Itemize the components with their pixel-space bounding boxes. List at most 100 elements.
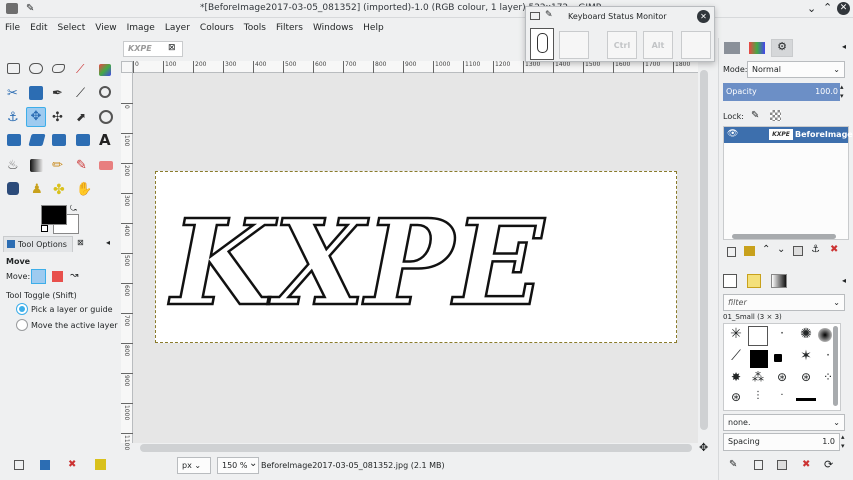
lower-layer-icon[interactable]: ⌄ bbox=[777, 244, 785, 255]
kbd-close-icon[interactable]: ✕ bbox=[697, 10, 710, 23]
brush-item-selected[interactable] bbox=[748, 326, 768, 346]
menu-edit[interactable]: Edit bbox=[25, 18, 52, 38]
tool-options-menu-icon[interactable]: ◂ bbox=[106, 238, 110, 247]
anchor-layer-icon[interactable]: ⚓ bbox=[811, 244, 820, 255]
patterns-tab-icon[interactable] bbox=[747, 274, 761, 288]
brush-item[interactable]: ✺ bbox=[796, 326, 816, 346]
foreground-color-swatch[interactable] bbox=[41, 205, 67, 225]
brush-item[interactable]: · bbox=[772, 326, 792, 346]
lock-alpha-icon[interactable] bbox=[770, 110, 781, 121]
brush-item[interactable]: ✸ bbox=[726, 370, 746, 388]
zoom-icon[interactable] bbox=[99, 86, 111, 98]
new-layer-group-icon[interactable] bbox=[744, 246, 755, 256]
raise-layer-icon[interactable]: ⌃ bbox=[762, 244, 770, 255]
reset-options-icon[interactable] bbox=[95, 459, 106, 470]
pick-layer-label[interactable]: Pick a layer or guide bbox=[31, 305, 113, 314]
pick-layer-radio[interactable] bbox=[16, 303, 28, 315]
brush-tag-input[interactable]: none. ⌄ bbox=[723, 414, 845, 431]
paths-tab-icon[interactable]: ⚙ bbox=[771, 39, 793, 57]
spacing-slider[interactable]: Spacing 1.0 bbox=[723, 433, 840, 451]
close-icon[interactable]: ✕ bbox=[837, 2, 850, 15]
delete-layer-icon[interactable]: ✖ bbox=[830, 244, 838, 255]
menu-windows[interactable]: Windows bbox=[308, 18, 358, 38]
minimize-icon[interactable]: ⌄ bbox=[807, 2, 816, 15]
flip-icon[interactable] bbox=[76, 134, 90, 146]
spacing-stepper[interactable]: ▴ ▾ bbox=[841, 433, 851, 451]
mode-select[interactable]: Normal ⌄ bbox=[747, 61, 845, 78]
new-brush-icon[interactable] bbox=[754, 460, 763, 470]
menu-layer[interactable]: Layer bbox=[160, 18, 195, 38]
delete-brush-icon[interactable]: ✖ bbox=[802, 459, 810, 470]
brush-item[interactable] bbox=[774, 354, 782, 362]
brushes-tab-icon[interactable] bbox=[723, 274, 737, 288]
opacity-slider[interactable]: Opacity 100.0 bbox=[723, 83, 840, 101]
brush-item[interactable]: ⊛ bbox=[772, 370, 792, 388]
layer-name[interactable]: BeforeImage2 bbox=[795, 130, 853, 139]
smudge-icon[interactable]: ✋ bbox=[76, 182, 92, 198]
menu-help[interactable]: Help bbox=[358, 18, 389, 38]
dock-menu-icon[interactable]: ◂ bbox=[842, 42, 846, 51]
brushes-scrollbar[interactable] bbox=[833, 326, 838, 406]
refresh-brushes-icon[interactable]: ⟳ bbox=[824, 458, 833, 471]
keyboard-status-monitor[interactable]: ✎ Keyboard Status Monitor ✕ Ctrl Alt bbox=[525, 6, 715, 62]
ruler-horizontal[interactable]: 0 100 200 300 400 500 600 700 800 900 1000 1100 1200… bbox=[128, 61, 698, 73]
crop-icon[interactable] bbox=[7, 134, 21, 146]
image-tab-close-icon[interactable]: ⊠ bbox=[168, 43, 176, 53]
brush-grid[interactable]: ✳ · ✺ ⟋ ✶ · ✸ ⁂ ⊛ ⊛ ⁘ ⊛ ⋮ · bbox=[723, 323, 841, 411]
layer-row[interactable]: 👁 KXPE BeforeImage2 bbox=[724, 127, 853, 143]
brushes-menu-icon[interactable]: ◂ bbox=[842, 276, 846, 285]
brush-item[interactable]: ⁂ bbox=[748, 370, 768, 388]
airbrush-icon[interactable] bbox=[7, 182, 19, 195]
scissors-icon[interactable]: ✂ bbox=[7, 86, 23, 102]
gradient-icon[interactable] bbox=[30, 159, 43, 172]
unit-select[interactable]: px ⌄ bbox=[177, 457, 211, 474]
kbd-pin-icon[interactable]: ✎ bbox=[545, 10, 553, 20]
layers-tab-icon[interactable] bbox=[724, 42, 740, 54]
move-active-layer-label[interactable]: Move the active layer bbox=[31, 321, 118, 330]
default-colors-icon[interactable] bbox=[41, 225, 48, 232]
menu-image[interactable]: Image bbox=[122, 18, 160, 38]
menu-view[interactable]: View bbox=[90, 18, 121, 38]
zoom-dropdown-icon[interactable]: ⌄ bbox=[249, 458, 257, 469]
paintbrush-icon[interactable]: ✎ bbox=[76, 158, 92, 174]
menu-select[interactable]: Select bbox=[53, 18, 91, 38]
move-tool-icon[interactable]: ✥ bbox=[26, 107, 46, 127]
pencil-icon[interactable]: ✏ bbox=[52, 158, 68, 174]
duplicate-layer-icon[interactable] bbox=[793, 246, 803, 256]
brush-item[interactable]: ⊛ bbox=[796, 370, 816, 388]
edit-brush-icon[interactable]: ✎ bbox=[729, 459, 737, 470]
menu-file[interactable]: File bbox=[0, 18, 25, 38]
rect-select-icon[interactable] bbox=[7, 63, 20, 74]
ruler-vertical[interactable]: 0 100 200 300 400 500 600 700 800 900 1000 1100 bbox=[121, 73, 133, 450]
save-options-icon[interactable] bbox=[14, 460, 24, 470]
align-icon[interactable]: ✣ bbox=[52, 110, 68, 126]
move-active-layer-radio[interactable] bbox=[16, 319, 28, 331]
brush-item[interactable] bbox=[750, 350, 768, 368]
eraser-icon[interactable] bbox=[99, 161, 113, 170]
rotate-icon[interactable] bbox=[99, 110, 113, 124]
brush-item[interactable] bbox=[796, 398, 816, 401]
brush-item[interactable]: ⊛ bbox=[726, 390, 746, 408]
image-canvas[interactable]: KXPE bbox=[155, 171, 677, 343]
menu-tools[interactable]: Tools bbox=[239, 18, 271, 38]
perspective-icon[interactable] bbox=[52, 134, 66, 146]
clone-icon[interactable]: ✤ bbox=[53, 182, 69, 198]
duplicate-brush-icon[interactable] bbox=[777, 460, 787, 470]
brush-item[interactable]: ⋮ bbox=[748, 390, 768, 408]
lock-pixels-icon[interactable]: ✎ bbox=[751, 110, 759, 121]
restore-options-icon[interactable] bbox=[40, 460, 50, 470]
brush-item[interactable]: ⟋ bbox=[726, 348, 746, 368]
brush-item[interactable]: · bbox=[772, 390, 792, 408]
brush-item[interactable] bbox=[818, 328, 832, 342]
tool-options-close[interactable]: ⊠ bbox=[77, 238, 84, 247]
ink-icon[interactable]: ♟ bbox=[31, 182, 47, 198]
move-selection-mode-icon[interactable] bbox=[52, 271, 63, 282]
color-picker-icon[interactable]: ⟋ bbox=[76, 86, 92, 102]
layers-hscroll[interactable] bbox=[732, 234, 836, 239]
swap-colors-icon[interactable]: ⤿ bbox=[70, 204, 77, 214]
vertical-scrollbar[interactable] bbox=[700, 70, 708, 430]
free-select-icon[interactable] bbox=[52, 64, 65, 73]
brush-item[interactable]: ✶ bbox=[796, 348, 816, 368]
menu-colours[interactable]: Colours bbox=[195, 18, 239, 38]
ellipse-select-icon[interactable] bbox=[29, 63, 43, 74]
